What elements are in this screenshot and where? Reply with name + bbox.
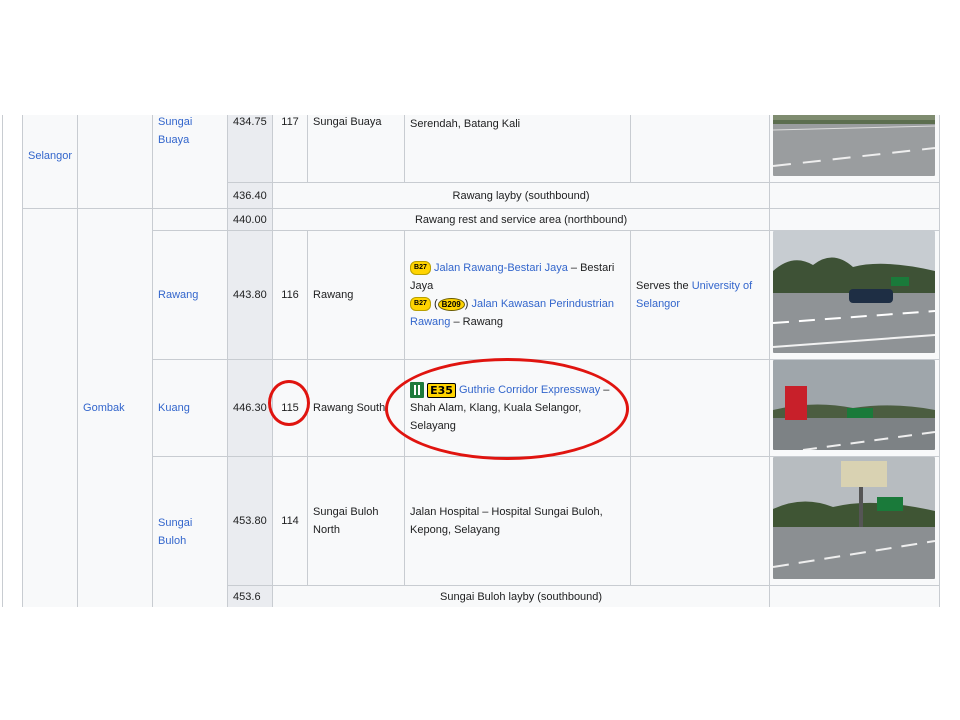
location-link[interactable]: Kuang xyxy=(158,402,190,414)
table-row: Gombak 440.00 Rawang rest and service ar… xyxy=(21,208,941,607)
location-link[interactable]: Sungai Buloh xyxy=(158,517,192,547)
expressway-icon xyxy=(410,382,425,399)
route-destination: – Rawang xyxy=(450,316,503,328)
destinations-cell: Jalan Hospital – Hospital Sungai Buloh, … xyxy=(404,456,632,586)
wiki-table-viewport: Selangor Sungai Buaya 434.75 117 Sungai … xyxy=(0,115,960,607)
district-cell-blank xyxy=(77,115,154,209)
photo-cell xyxy=(769,230,941,360)
route-link[interactable]: Guthrie Corridor Expressway xyxy=(459,384,600,396)
location-cell: Sungai Buaya xyxy=(152,115,229,209)
feature-cell: Rawang layby (southbound) xyxy=(272,182,771,209)
route-badge: E35 xyxy=(427,382,456,398)
state-cell: Selangor xyxy=(21,115,79,209)
photo-cell xyxy=(769,456,941,586)
table-row: Rawang 443.80 116 Rawang B27 Jalan Rawan… xyxy=(23,230,941,360)
location-cell-blank xyxy=(152,208,229,231)
route-badge: B27 xyxy=(410,261,431,276)
destinations-text: Serendah, Batang Kali xyxy=(410,118,521,130)
feature-cell: Rawang rest and service area (northbound… xyxy=(272,208,771,231)
highway-photo[interactable] xyxy=(772,231,936,353)
content-border xyxy=(2,115,3,607)
exit-number: 117 xyxy=(272,115,309,183)
km-cell: 440.00 xyxy=(227,208,274,231)
photo-cell xyxy=(769,115,941,183)
location-cell: Rawang xyxy=(152,230,229,360)
km-cell: 434.75 xyxy=(227,115,274,183)
photo-cell xyxy=(769,182,941,209)
notes-cell xyxy=(630,359,771,457)
district-cell: Gombak xyxy=(77,208,154,607)
route-badge: B209 xyxy=(437,297,465,311)
km-cell: 453.80 xyxy=(227,456,274,586)
route-badge: B27 xyxy=(410,297,431,312)
photo-cell xyxy=(769,359,941,457)
location-cell: Kuang xyxy=(152,359,229,457)
interchange-name: Sungai Buloh North xyxy=(307,456,406,586)
interchange-name: Rawang xyxy=(307,230,406,360)
km-cell: 453.6 xyxy=(227,585,274,607)
destinations-cell: E35 Guthrie Corridor Expressway – Shah A… xyxy=(404,359,632,457)
photo-cell xyxy=(769,585,941,607)
exit-number: 116 xyxy=(272,230,309,360)
notes-cell: Serves the University of Selangor xyxy=(630,230,771,360)
state-link[interactable]: Selangor xyxy=(28,150,72,162)
table-row: Selangor Sungai Buaya 434.75 117 Sungai … xyxy=(21,115,941,209)
notes-cell xyxy=(630,456,771,586)
interchange-name: Rawang South xyxy=(307,359,406,457)
interchange-name: Sungai Buaya xyxy=(307,115,406,183)
highway-photo[interactable] xyxy=(772,115,936,176)
destinations-cell: Serendah, Batang Kali xyxy=(404,115,632,183)
highway-photo[interactable] xyxy=(772,457,936,579)
location-link[interactable]: Sungai Buaya xyxy=(158,116,192,146)
highway-photo[interactable] xyxy=(773,360,936,451)
exit-number: 114 xyxy=(272,456,309,586)
location-cell: Sungai Buloh xyxy=(152,456,229,607)
km-cell: 436.40 xyxy=(227,182,274,209)
district-link[interactable]: Gombak xyxy=(83,402,125,414)
destinations-cell: B27 Jalan Rawang-Bestari Jaya – Bestari … xyxy=(404,230,632,360)
feature-cell: Sungai Buloh layby (southbound) xyxy=(272,585,771,607)
notes-cell xyxy=(630,115,771,183)
interchange-name-text: Rawang South xyxy=(313,402,386,414)
photo-cell xyxy=(769,208,941,231)
state-cell-continued xyxy=(21,208,79,607)
km-cell: 443.80 xyxy=(227,230,274,360)
notes-text: Serves the xyxy=(636,280,692,292)
table-row: Kuang 446.30 115 Rawang South E35 Guthri… xyxy=(23,359,941,457)
exit-number: 115 xyxy=(272,359,309,457)
route-link[interactable]: Jalan Rawang-Bestari Jaya xyxy=(434,262,568,274)
km-cell: 446.30 xyxy=(227,359,274,457)
location-link[interactable]: Rawang xyxy=(158,289,198,301)
table-row: Sungai Buloh 453.80 114 Sungai Buloh Nor… xyxy=(23,456,941,607)
exits-table: Selangor Sungai Buaya 434.75 117 Sungai … xyxy=(21,115,941,607)
